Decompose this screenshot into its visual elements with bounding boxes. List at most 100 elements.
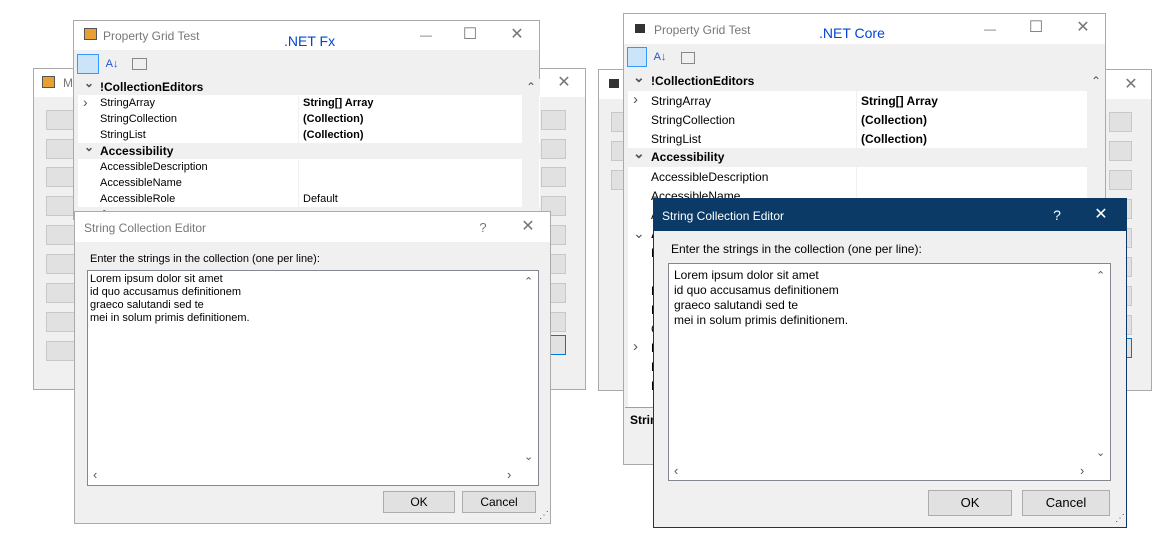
property-row[interactable]: StringCollection (Collection) xyxy=(628,110,1104,129)
scroll-down-icon[interactable]: ⌄ xyxy=(524,450,533,463)
minimize-icon[interactable]: — xyxy=(981,21,999,37)
maximize-icon[interactable]: ☐ xyxy=(461,27,479,43)
window-title: Property Grid Test xyxy=(103,29,200,43)
property-value[interactable]: (Collection) xyxy=(861,132,927,146)
category-row[interactable]: ⌄ !CollectionEditors xyxy=(628,72,1104,91)
ok-button[interactable]: OK xyxy=(383,491,455,513)
window-titlebar: Property Grid Test .NET Fx — ☐ ✕ xyxy=(74,21,539,50)
background-button[interactable] xyxy=(1109,112,1132,132)
categorized-view-icon[interactable] xyxy=(627,47,647,67)
maximize-icon[interactable]: ☐ xyxy=(1027,20,1045,36)
close-icon[interactable]: ✕ xyxy=(507,27,527,43)
app-icon xyxy=(635,24,645,33)
scroll-up-icon[interactable]: ⌃ xyxy=(1091,74,1101,88)
close-icon[interactable]: ✕ xyxy=(1073,20,1093,36)
column-divider[interactable] xyxy=(856,91,857,148)
property-value[interactable]: (Collection) xyxy=(861,113,927,127)
chevron-down-icon[interactable]: ⌄ xyxy=(633,72,645,86)
help-icon[interactable]: ? xyxy=(1049,207,1065,223)
scroll-up-icon[interactable]: ⌃ xyxy=(526,80,536,94)
category-row[interactable]: ⌄ Accessibility xyxy=(78,140,540,159)
property-name: StringArray xyxy=(651,94,712,108)
window-titlebar: Property Grid Test .NET Core — ☐ ✕ xyxy=(624,14,1105,44)
category-row[interactable]: ⌄ Accessibility xyxy=(628,145,1104,167)
ok-button[interactable]: OK xyxy=(928,490,1012,516)
property-value[interactable]: (Collection) xyxy=(303,113,364,125)
property-name: StringCollection xyxy=(100,113,178,125)
resize-grip-icon[interactable]: ⋰ xyxy=(1115,513,1125,524)
scroll-up-icon[interactable]: ⌃ xyxy=(524,275,533,288)
property-row[interactable]: AccessibleDescription xyxy=(628,167,1104,186)
property-row[interactable]: › StringArray String[] Array xyxy=(78,94,540,111)
category-row[interactable]: ⌄ !CollectionEditors xyxy=(78,79,540,95)
property-name: StringList xyxy=(651,132,702,146)
property-value[interactable]: (Collection) xyxy=(303,129,364,141)
chevron-down-icon[interactable]: ⌄ xyxy=(633,225,645,242)
help-icon[interactable]: ? xyxy=(475,220,491,236)
dialog-prompt: Enter the strings in the collection (one… xyxy=(671,242,922,256)
property-name: AccessibleDescription xyxy=(100,161,208,173)
chevron-down-icon[interactable]: ⌄ xyxy=(84,140,94,154)
property-row[interactable]: AccessibleDescription xyxy=(78,159,540,175)
category-name: Accessibility xyxy=(651,150,725,164)
chevron-down-icon[interactable]: ⌄ xyxy=(84,79,94,90)
category-name: !CollectionEditors xyxy=(651,74,755,88)
property-row[interactable]: › StringArray String[] Array xyxy=(628,91,1104,110)
resize-grip-icon[interactable]: ⋰ xyxy=(539,510,549,521)
chevron-right-icon[interactable]: › xyxy=(633,91,638,108)
close-icon[interactable]: ✕ xyxy=(1091,207,1111,223)
background-button[interactable] xyxy=(1109,170,1132,190)
close-icon[interactable]: ✕ xyxy=(554,75,574,91)
minimize-icon[interactable]: — xyxy=(417,27,435,43)
cancel-button[interactable]: Cancel xyxy=(1022,490,1110,516)
property-pages-icon[interactable] xyxy=(681,52,695,64)
scroll-down-icon[interactable]: ⌄ xyxy=(1096,446,1105,459)
background-button[interactable] xyxy=(541,167,566,187)
scroll-left-icon[interactable]: ‹ xyxy=(674,463,678,478)
property-name: AccessibleRole xyxy=(100,193,176,205)
alphabetical-sort-icon[interactable]: A↓ xyxy=(102,54,122,74)
close-icon[interactable]: ✕ xyxy=(1121,77,1141,93)
scroll-right-icon[interactable]: › xyxy=(507,467,511,482)
window-title: Property Grid Test xyxy=(654,23,751,37)
chevron-right-icon[interactable]: › xyxy=(633,338,638,355)
property-name: StringList xyxy=(100,129,146,141)
property-value[interactable]: String[] Array xyxy=(861,94,938,108)
app-icon xyxy=(84,28,97,40)
close-icon[interactable]: ✕ xyxy=(518,219,538,235)
dialog-titlebar: String Collection Editor ? ✕ xyxy=(75,212,550,242)
app-icon xyxy=(42,76,55,88)
scroll-left-icon[interactable]: ‹ xyxy=(93,467,97,482)
app-icon xyxy=(609,79,619,88)
property-grid: ⌄ !CollectionEditors › StringArray Strin… xyxy=(78,79,540,221)
dialog-title: String Collection Editor xyxy=(84,221,207,235)
property-value[interactable]: String[] Array xyxy=(303,97,374,109)
dialog-prompt: Enter the strings in the collection (one… xyxy=(90,253,320,265)
property-grid-window: Property Grid Test .NET Fx — ☐ ✕ A↓ ⌄ !C… xyxy=(73,20,540,221)
property-value[interactable]: Default xyxy=(303,193,338,205)
vertical-scrollbar[interactable]: ⌃ xyxy=(522,79,539,221)
column-divider[interactable] xyxy=(298,159,299,207)
strings-textarea[interactable] xyxy=(87,270,539,486)
cancel-button[interactable]: Cancel xyxy=(462,491,536,513)
chevron-right-icon[interactable]: › xyxy=(83,94,88,110)
alphabetical-sort-icon[interactable]: A↓ xyxy=(650,47,670,67)
column-divider[interactable] xyxy=(298,95,299,143)
property-pages-icon[interactable] xyxy=(132,58,147,70)
dialog-title: String Collection Editor xyxy=(662,209,785,223)
property-row[interactable]: StringList (Collection) xyxy=(628,129,1104,148)
categorized-view-icon[interactable] xyxy=(77,54,99,74)
property-row[interactable]: AccessibleName xyxy=(78,175,540,191)
scroll-right-icon[interactable]: › xyxy=(1080,463,1084,478)
background-button[interactable] xyxy=(541,139,566,159)
strings-textarea[interactable] xyxy=(668,263,1111,481)
background-window-title: M xyxy=(63,76,73,90)
property-row[interactable]: StringList (Collection) xyxy=(78,127,540,143)
background-button[interactable] xyxy=(541,110,566,130)
property-name: StringArray xyxy=(100,97,156,109)
background-button[interactable] xyxy=(1109,141,1132,161)
property-row[interactable]: StringCollection (Collection) xyxy=(78,111,540,127)
chevron-down-icon[interactable]: ⌄ xyxy=(633,145,645,162)
scroll-up-icon[interactable]: ⌃ xyxy=(1096,269,1105,282)
property-row[interactable]: AccessibleRole Default xyxy=(78,191,540,207)
